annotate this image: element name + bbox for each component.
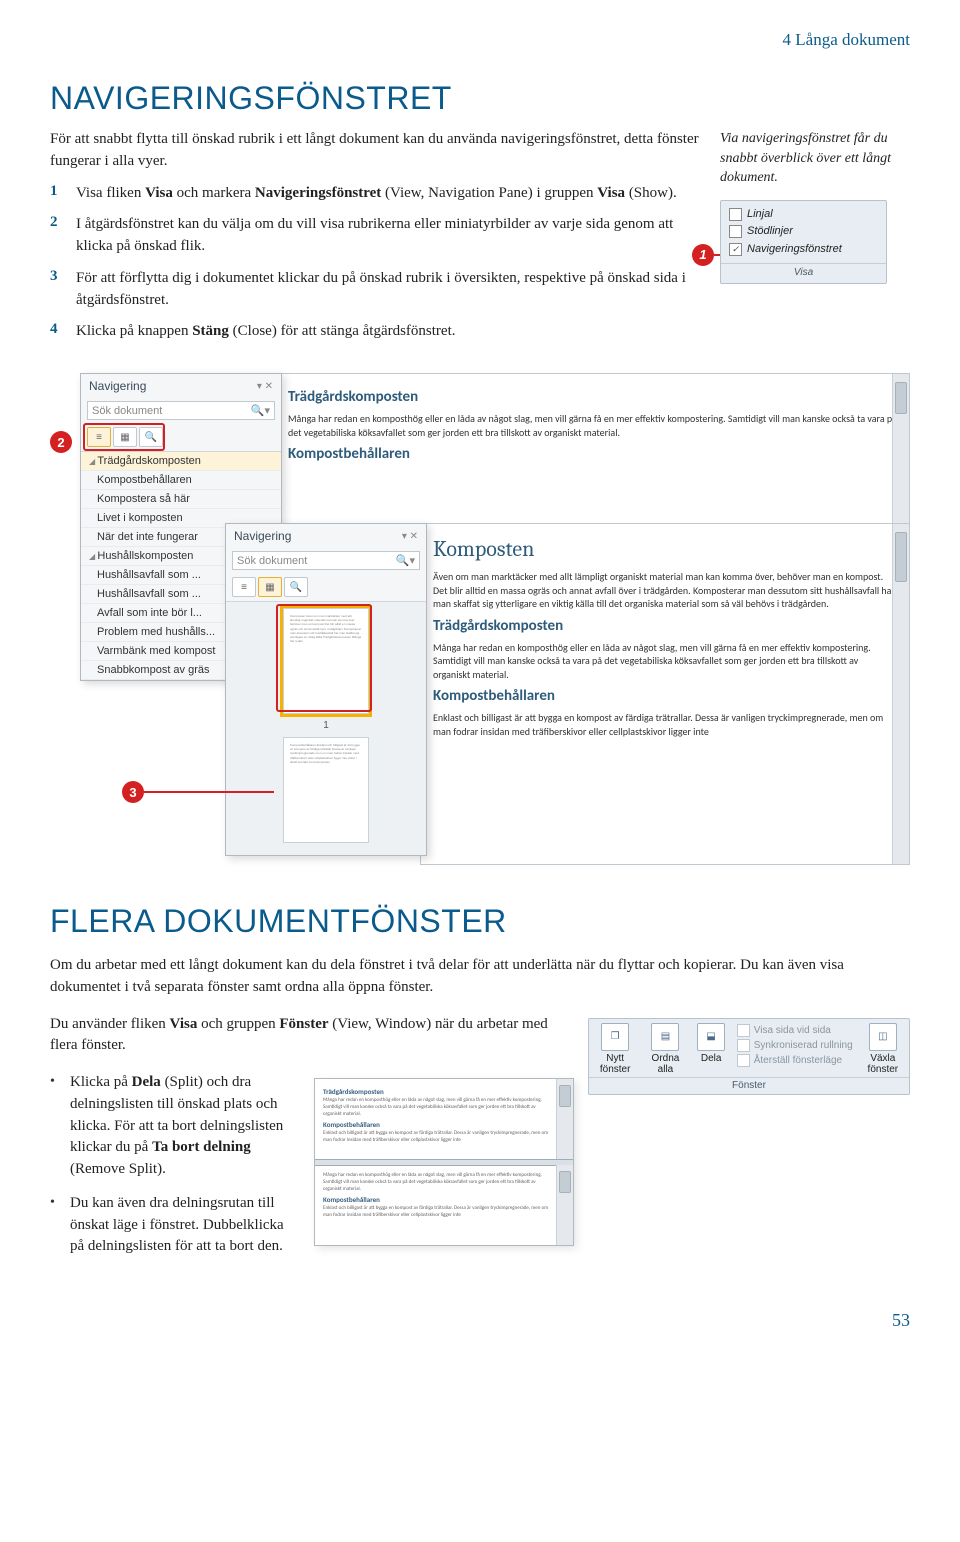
section-title-navigering: NAVIGERINGSFÖNSTRET	[50, 80, 910, 117]
section-title-flera: FLERA DOKUMENTFÖNSTER	[50, 903, 910, 940]
step-text-3: För att förflytta dig i dokumentet klick…	[76, 268, 700, 312]
nav-tab-outline[interactable]: ≡	[232, 577, 256, 597]
sync-scroll-icon	[737, 1039, 750, 1052]
doc-heading-tradgard: Trädgårdskomposten	[288, 388, 897, 406]
button-dela[interactable]: ⬓ Dela	[696, 1023, 727, 1064]
arrange-all-icon: ▤	[651, 1023, 679, 1051]
doc-paragraph: Även om man marktäcker med allt lämpligt…	[433, 570, 897, 611]
sidenote: Via navigeringsfönstret får du snabbt öv…	[720, 129, 910, 188]
side-by-side-icon	[737, 1024, 750, 1037]
split-window-screenshot: Trädgårdskomposten Många har redan en ko…	[314, 1078, 574, 1246]
nav-pane-controls[interactable]: ▾ ✕	[402, 531, 418, 542]
step-text-1: Visa fliken Visa och markera Navigerings…	[76, 183, 677, 205]
intro-paragraph: För att snabbt flytta till önskad rubrik…	[50, 129, 700, 173]
thumbnail-page-number: 1	[323, 720, 329, 731]
option-aterstall[interactable]: Återställ fönsterläge	[737, 1053, 853, 1068]
nav-pane-title: Navigering	[234, 529, 291, 543]
doc-heading-komposten: Komposten	[433, 536, 897, 562]
page-number: 53	[50, 1310, 910, 1331]
step-text-2: I åtgärdsfönstret kan du välja om du vil…	[76, 214, 700, 258]
search-icon: 🔍▾	[251, 404, 270, 417]
callout-3: 3	[122, 781, 144, 803]
callout-2: 2	[50, 431, 72, 453]
doc-paragraph: Många har redan en komposthög eller en l…	[288, 412, 897, 439]
section2-intro: Om du arbetar med ett långt dokument kan…	[50, 955, 910, 999]
option-sida-vid-sida[interactable]: Visa sida vid sida	[737, 1023, 853, 1038]
screenshot-composite: Trädgårdskomposten Många har redan en ko…	[50, 373, 910, 873]
doc-heading-behallaren: Kompostbehållaren	[288, 445, 897, 463]
switch-windows-icon: ◫	[869, 1023, 897, 1051]
ribbon-group-label-visa: Visa	[721, 263, 886, 283]
ribbon-group-label-fonster: Fönster	[589, 1077, 909, 1094]
checkbox-navigeringsfonstret[interactable]: ✓Navigeringsfönstret	[729, 241, 878, 258]
nav-tab-thumbnails[interactable]: ▦	[258, 577, 282, 597]
checkbox-linjal[interactable]: Linjal	[729, 206, 878, 223]
nav-search-input[interactable]: Sök dokument🔍▾	[87, 401, 275, 420]
ribbon-fonster-group: ❐ Nytt fönster ▤ Ordna alla ⬓ Dela Visa …	[588, 1018, 910, 1095]
step-number-1: 1	[50, 183, 64, 205]
outline-item[interactable]: Kompostbehållaren	[81, 471, 281, 490]
doc-heading-behallaren2: Kompostbehållaren	[433, 687, 897, 705]
navigation-pane-thumbnails: Navigering ▾ ✕ Sök dokument🔍▾ ≡ ▦ 🔍 Kompo…	[225, 523, 427, 856]
chapter-header: 4 Långa dokument	[50, 30, 910, 50]
nav-search-input[interactable]: Sök dokument🔍▾	[232, 551, 420, 570]
ribbon-visa-group: Linjal Stödlinjer ✓Navigeringsfönstret V…	[720, 200, 887, 284]
step-text-4: Klicka på knappen Stäng (Close) för att …	[76, 321, 456, 343]
callout-highlight-tabs	[83, 423, 165, 451]
bullet-2: Du kan även dra delningsrutan till önska…	[50, 1193, 300, 1258]
button-nytt-fonster[interactable]: ❐ Nytt fönster	[595, 1023, 635, 1075]
page-thumbnail-2[interactable]: Kompostbehållaren Enklast och billigast …	[283, 737, 369, 843]
checkbox-stodlinjer[interactable]: Stödlinjer	[729, 223, 878, 240]
outline-item[interactable]: Kompostera så här	[81, 490, 281, 509]
step-number-2: 2	[50, 214, 64, 258]
doc-paragraph: Många har redan en komposthög eller en l…	[433, 641, 897, 682]
search-icon: 🔍▾	[396, 554, 415, 567]
outline-item[interactable]: Trädgårdskomposten	[81, 452, 281, 471]
document-pane-bottom: Komposten Även om man marktäcker med all…	[420, 523, 910, 865]
bullet-1: Klicka på Dela (Split) och dra delningsl…	[50, 1072, 300, 1181]
step-number-4: 4	[50, 321, 64, 343]
doc-heading-tradgard2: Trädgårdskomposten	[433, 617, 897, 635]
doc-paragraph: Enklast och billigast är att bygga en ko…	[433, 711, 897, 738]
callout-highlight-thumb	[276, 604, 372, 712]
split-icon: ⬓	[697, 1023, 725, 1051]
step-number-3: 3	[50, 268, 64, 312]
nav-tab-results[interactable]: 🔍	[284, 577, 308, 597]
button-vaxla-fonster[interactable]: ◫ Växla fönster	[863, 1023, 903, 1075]
nav-pane-title: Navigering	[89, 379, 146, 393]
button-ordna-alla[interactable]: ▤ Ordna alla	[645, 1023, 685, 1075]
callout-1: 1	[692, 244, 714, 266]
new-window-icon: ❐	[601, 1023, 629, 1051]
option-synk-rullning[interactable]: Synkroniserad rullning	[737, 1038, 853, 1053]
document-pane-top: Trädgårdskomposten Många har redan en ko…	[275, 373, 910, 545]
reset-position-icon	[737, 1054, 750, 1067]
nav-pane-controls[interactable]: ▾ ✕	[257, 381, 273, 392]
